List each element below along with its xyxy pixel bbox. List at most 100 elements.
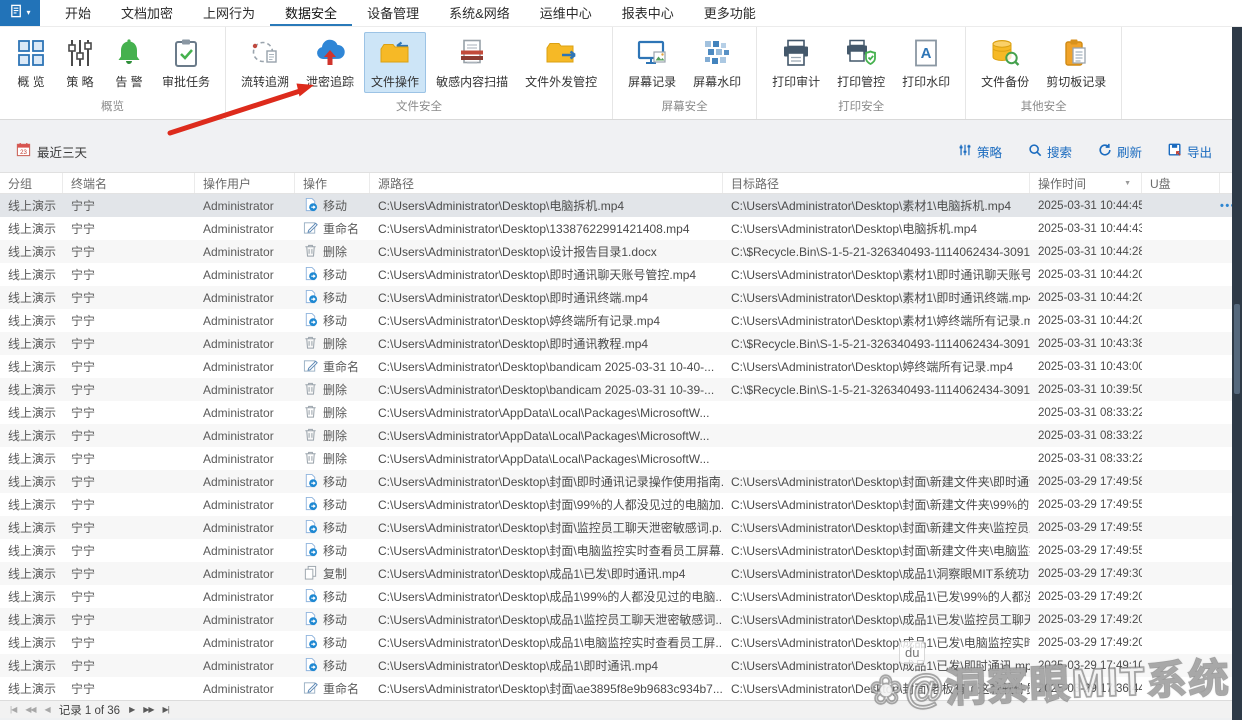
cell-target-path: C:\Users\Administrator\Desktop\成品1\已发\99… (731, 590, 1030, 604)
ribbon-item-policy[interactable]: 策 略 (57, 32, 103, 93)
column-header-time[interactable]: 操作时间 ▼ (1030, 173, 1142, 193)
ribbon-item-screen-watermark[interactable]: 屏幕水印 (686, 32, 748, 93)
sort-dropdown-icon[interactable]: ▼ (1124, 180, 1133, 187)
table-row[interactable]: 线上演示 宁宁 Administrator 复制 C:\Users\Admini… (0, 562, 1242, 585)
table-row[interactable]: 线上演示 宁宁 Administrator 删除 C:\Users\Admini… (0, 378, 1242, 401)
column-header-group[interactable]: 分组 (0, 173, 63, 193)
pager-prev-page-button[interactable]: ◀◀ (25, 705, 36, 714)
tab-ops-center[interactable]: 运维中心 (525, 0, 607, 26)
table-row[interactable]: 线上演示 宁宁 Administrator 移动 C:\Users\Admini… (0, 654, 1242, 677)
column-header-operation[interactable]: 操作 (295, 173, 370, 193)
table-row[interactable]: 线上演示 宁宁 Administrator 移动 C:\Users\Admini… (0, 631, 1242, 654)
search-button[interactable]: 搜索 (1028, 142, 1072, 161)
table-row[interactable]: 线上演示 宁宁 Administrator 移动 C:\Users\Admini… (0, 493, 1242, 516)
table-row[interactable]: 线上演示 宁宁 Administrator 重命名 C:\Users\Admin… (0, 677, 1242, 700)
ribbon-item-alerts[interactable]: 告 警 (106, 32, 152, 93)
print-audit-icon (780, 36, 812, 70)
pager-next-page-button[interactable]: ▶▶ (143, 705, 154, 714)
column-header-source-path[interactable]: 源路径 (370, 173, 723, 193)
ribbon-item-print-control[interactable]: 打印管控 (830, 32, 892, 93)
tab-device-management[interactable]: 设备管理 (352, 0, 434, 26)
table-row[interactable]: 线上演示 宁宁 Administrator 删除 C:\Users\Admini… (0, 447, 1242, 470)
ribbon-item-approval-tasks[interactable]: 审批任务 (155, 32, 217, 93)
tab-start[interactable]: 开始 (50, 0, 106, 26)
vertical-scrollbar[interactable] (1232, 27, 1242, 720)
cell-time: 2025-03-31 10:44:45 (1038, 199, 1142, 212)
app-menu-button[interactable]: ▾ (0, 0, 40, 26)
column-header-target-path[interactable]: 目标路径 (723, 173, 1030, 193)
operation-label: 移动 (323, 544, 348, 558)
pager-last-button[interactable]: ▶| (163, 705, 170, 714)
cell-user: Administrator (203, 244, 274, 259)
cell-source-path: C:\Users\Administrator\Desktop\成品1\已发\即时… (378, 567, 686, 581)
cell-operation: 移动 (295, 611, 370, 629)
ribbon-item-label: 策 略 (66, 75, 94, 89)
ribbon-item-label: 概 览 (17, 75, 45, 89)
ribbon-item-file-operations[interactable]: 文件操作 (364, 32, 427, 93)
cell-operation: 重命名 (295, 680, 370, 698)
tab-more-features[interactable]: 更多功能 (689, 0, 771, 26)
ribbon-item-file-backup[interactable]: 文件备份 (974, 32, 1036, 93)
policy-button[interactable]: 策略 (958, 142, 1002, 161)
table-row[interactable]: 线上演示 宁宁 Administrator 删除 C:\Users\Admini… (0, 332, 1242, 355)
scrollbar-thumb[interactable] (1234, 304, 1240, 395)
refresh-button[interactable]: 刷新 (1098, 142, 1142, 161)
ribbon-item-overview[interactable]: 概 览 (8, 32, 54, 93)
cell-terminal: 宁宁 (71, 360, 96, 374)
tab-document-encryption[interactable]: 文档加密 (106, 0, 188, 26)
cell-user: Administrator (203, 359, 274, 374)
table-row[interactable]: 线上演示 宁宁 Administrator 移动 C:\Users\Admini… (0, 286, 1242, 309)
cell-source-path: C:\Users\Administrator\Desktop\封面\即时通讯记录… (378, 475, 723, 489)
screen-record-icon (636, 36, 668, 70)
table-row[interactable]: 线上演示 宁宁 Administrator 移动 C:\Users\Admini… (0, 608, 1242, 631)
cell-terminal: 宁宁 (71, 268, 96, 282)
pager-first-button[interactable]: |◀ (10, 705, 17, 714)
cell-source-path: C:\Users\Administrator\Desktop\婷终端所有记录.m… (378, 314, 661, 328)
column-header-user[interactable]: 操作用户 (195, 173, 295, 193)
cell-source-path: C:\Users\Administrator\Desktop\133876229… (378, 221, 690, 236)
cell-terminal: 宁宁 (71, 383, 96, 397)
cell-terminal: 宁宁 (71, 452, 96, 466)
table-row[interactable]: 线上演示 宁宁 Administrator 删除 C:\Users\Admini… (0, 240, 1242, 263)
table-row[interactable]: 线上演示 宁宁 Administrator 移动 C:\Users\Admini… (0, 263, 1242, 286)
export-button[interactable]: 导出 (1168, 142, 1212, 161)
tab-internet-behavior[interactable]: 上网行为 (188, 0, 270, 26)
tab-data-security[interactable]: 数据安全 (270, 0, 353, 26)
table-row[interactable]: 线上演示 宁宁 Administrator 移动 C:\Users\Admini… (0, 516, 1242, 539)
cell-user: Administrator (203, 543, 274, 558)
tab-report-center[interactable]: 报表中心 (607, 0, 689, 26)
table-row[interactable]: 线上演示 宁宁 Administrator 重命名 C:\Users\Admin… (0, 217, 1242, 240)
table-row[interactable]: 线上演示 宁宁 Administrator 删除 C:\Users\Admini… (0, 424, 1242, 447)
date-range-filter[interactable]: 23 最近三天 (16, 142, 87, 161)
cell-terminal: 宁宁 (71, 222, 96, 236)
operation-icon (303, 289, 318, 307)
cell-group: 线上演示 (8, 498, 57, 512)
table-row[interactable]: 线上演示 宁宁 Administrator 删除 C:\Users\Admini… (0, 401, 1242, 424)
pager-next-button[interactable]: ▶ (129, 705, 135, 714)
table-row[interactable]: 线上演示 宁宁 Administrator 移动 C:\Users\Admini… (0, 470, 1242, 493)
cell-target-path: C:\Users\Administrator\Desktop\素材1\电脑拆机.… (731, 199, 1012, 213)
ribbon-item-clipboard-record[interactable]: 剪切板记录 (1039, 32, 1113, 93)
cell-user: Administrator (203, 313, 274, 328)
tab-system-network[interactable]: 系统&网络 (434, 0, 525, 26)
table-row[interactable]: 线上演示 宁宁 Administrator 移动 C:\Users\Admini… (0, 194, 1242, 217)
ribbon-item-flow-trace[interactable]: 流转追溯 (234, 32, 296, 93)
ribbon-item-print-watermark[interactable]: A 打印水印 (895, 32, 957, 93)
column-header-usb[interactable]: U盘 (1142, 173, 1220, 193)
ribbon-item-file-outgoing-control[interactable]: 文件外发管控 (518, 32, 604, 93)
table-row[interactable]: 线上演示 宁宁 Administrator 重命名 C:\Users\Admin… (0, 355, 1242, 378)
column-header-terminal[interactable]: 终端名 (63, 173, 195, 193)
policy-sliders-icon (958, 143, 972, 160)
ribbon-item-leak-tracking[interactable]: 泄密追踪 (299, 32, 361, 93)
cell-target-path: C:\Users\Administrator\Desktop\封面\老板有了这款… (731, 682, 1030, 696)
ribbon-item-screen-record[interactable]: 屏幕记录 (621, 32, 683, 93)
pager-prev-button[interactable]: ◀ (45, 705, 51, 714)
alert-bell-icon (114, 36, 144, 70)
ribbon-item-sensitive-content-scan[interactable]: 敏感内容扫描 (429, 32, 515, 93)
table-row[interactable]: 线上演示 宁宁 Administrator 移动 C:\Users\Admini… (0, 539, 1242, 562)
ribbon-group-label: 文件安全 (396, 101, 443, 113)
table-row[interactable]: 线上演示 宁宁 Administrator 移动 C:\Users\Admini… (0, 585, 1242, 608)
cell-user: Administrator (203, 290, 274, 305)
table-row[interactable]: 线上演示 宁宁 Administrator 移动 C:\Users\Admini… (0, 309, 1242, 332)
ribbon-item-print-audit[interactable]: 打印审计 (765, 32, 827, 93)
